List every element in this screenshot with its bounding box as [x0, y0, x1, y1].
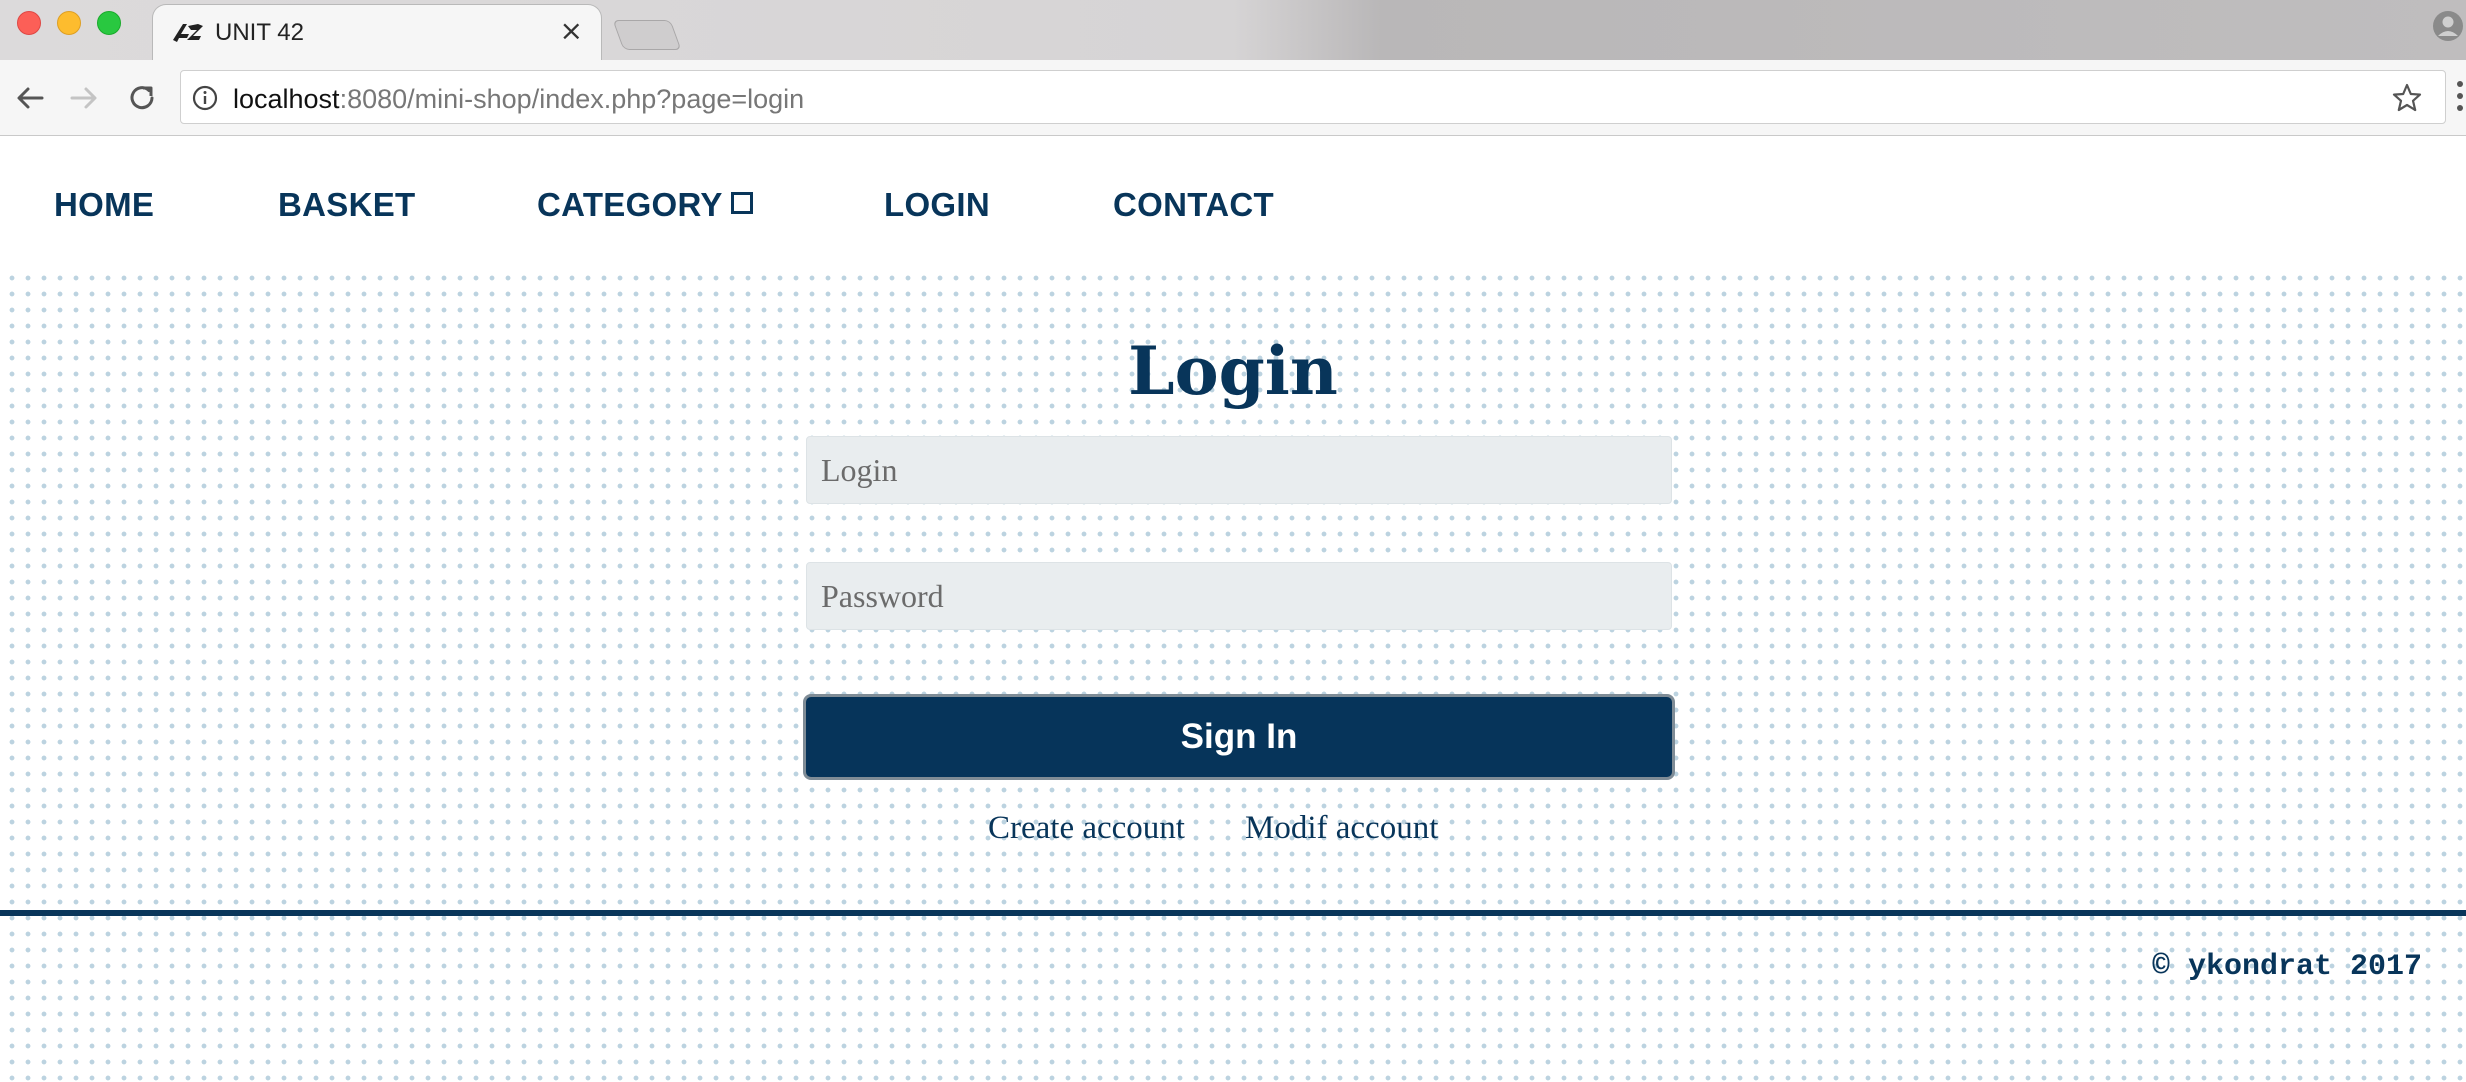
main-nav: HOME BASKET CATEGORY LOGIN CONTACT	[0, 136, 2466, 272]
reload-icon[interactable]	[124, 80, 160, 116]
nav-contact-link[interactable]: CONTACT	[1113, 186, 1274, 224]
address-bar[interactable]: localhost:8080/mini-shop/index.php?page=…	[180, 70, 2446, 124]
nav-login-link[interactable]: LOGIN	[884, 186, 990, 224]
forward-arrow-icon[interactable]	[66, 80, 102, 116]
window-close-button[interactable]	[17, 11, 41, 35]
star-icon[interactable]	[2391, 82, 2423, 114]
create-account-link[interactable]: Create account	[988, 810, 1185, 847]
footer-copyright: © ykondrat 2017	[2151, 950, 2422, 984]
sign-in-button[interactable]: Sign In	[803, 694, 1675, 780]
close-icon[interactable]: ×	[560, 14, 583, 47]
page-title: Login	[1128, 332, 1338, 410]
url-text[interactable]: localhost:8080/mini-shop/index.php?page=…	[233, 84, 804, 115]
new-tab-button[interactable]	[612, 20, 682, 50]
tab-title: UNIT 42	[215, 19, 304, 46]
footer-divider	[0, 910, 2466, 916]
nav-basket-link[interactable]: BASKET	[278, 186, 415, 224]
back-arrow-icon[interactable]	[12, 80, 48, 116]
modif-account-link[interactable]: Modif account	[1245, 810, 1438, 847]
window-minimize-button[interactable]	[57, 11, 81, 35]
unit42-logo-icon	[173, 24, 203, 42]
url-host: localhost	[233, 84, 340, 114]
menu-dots-icon[interactable]	[2454, 78, 2466, 118]
dropdown-box-icon[interactable]	[731, 192, 753, 214]
browser-tab-strip: UNIT 42 ×	[0, 0, 2466, 60]
password-input[interactable]	[806, 562, 1672, 630]
url-path: :8080/mini-shop/index.php?page=login	[339, 84, 805, 114]
profile-icon[interactable]	[2432, 10, 2464, 42]
nav-category-link[interactable]: CATEGORY	[537, 186, 723, 224]
browser-tab-active[interactable]: UNIT 42 ×	[152, 4, 602, 60]
nav-home-link[interactable]: HOME	[54, 186, 154, 224]
info-icon[interactable]	[191, 84, 219, 112]
login-input[interactable]	[806, 436, 1672, 504]
page-content: HOME BASKET CATEGORY LOGIN CONTACT Login…	[0, 136, 2466, 1082]
browser-toolbar: localhost:8080/mini-shop/index.php?page=…	[0, 60, 2466, 136]
window-zoom-button[interactable]	[97, 11, 121, 35]
